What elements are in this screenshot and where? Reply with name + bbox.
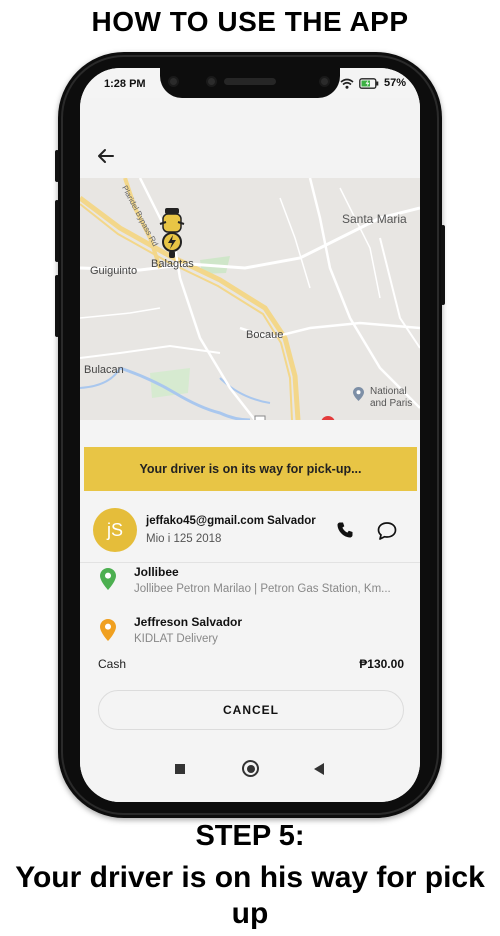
dropoff-pin-icon: [100, 619, 116, 641]
driver-name: jeffako45@gmail.com Salvador: [146, 515, 316, 527]
phone-call-icon[interactable]: [336, 521, 354, 539]
payment-amount: ₱130.00: [359, 657, 404, 671]
phone-screen: 1:28 PM 57% Plaridel Bypass Rd Santa Mar…: [80, 68, 420, 802]
recents-icon[interactable]: [175, 764, 185, 774]
wifi-icon: [340, 78, 354, 89]
cancel-button[interactable]: CANCEL: [98, 690, 404, 730]
battery-percent: 57%: [383, 77, 406, 89]
step-title: STEP 5:: [195, 820, 305, 852]
payment-method: Cash: [98, 657, 127, 671]
pickup-address: Jollibee Petron Marilao | Petron Gas Sta…: [134, 583, 391, 595]
phone-button: [55, 200, 59, 262]
app-header: [80, 98, 420, 178]
map-poi-line1: National: [370, 386, 407, 397]
map-label-bocaue: Bocaue: [246, 329, 284, 341]
motorcycle-driver-icon: [159, 208, 185, 258]
map-label-balagtas: Balagtas: [151, 258, 194, 270]
pickup-title: Jollibee: [134, 565, 179, 579]
map-poi-line2: and Paris: [370, 398, 413, 409]
map-label-guiguinto: Guiguinto: [90, 265, 138, 277]
divider: [80, 562, 420, 563]
page-title: HOW TO USE THE APP: [91, 6, 409, 37]
phone-notch: [160, 68, 340, 98]
map-poi-icon: [353, 387, 364, 401]
phone-button: [441, 225, 445, 305]
home-icon[interactable]: [242, 760, 259, 777]
status-bar: 1:28 PM 57%: [80, 68, 420, 98]
step-description: Your driver is on his way for pick up: [15, 861, 485, 930]
avatar: jS: [93, 508, 137, 552]
map-view[interactable]: Plaridel Bypass Rd Santa Maria Balagtas …: [80, 178, 420, 420]
battery-icon: [359, 77, 379, 89]
chat-icon[interactable]: [377, 521, 397, 541]
map-label-poi: National and Paris: [370, 386, 412, 410]
phone-button: [55, 150, 59, 182]
status-time: 1:28 PM: [104, 78, 146, 90]
nav-back-icon[interactable]: [314, 763, 324, 775]
vehicle-info: Mio i 125 2018: [146, 533, 222, 545]
pickup-pin-icon: [100, 568, 116, 590]
map-label-santa-maria: Santa Maria: [342, 212, 407, 226]
back-arrow-icon[interactable]: [96, 146, 116, 166]
phone-button: [55, 275, 59, 337]
map-label-bulacan: Bulacan: [84, 364, 124, 376]
status-banner: Your driver is on its way for pick-up...: [84, 447, 417, 491]
android-nav-bar: [80, 744, 420, 802]
dropoff-subtitle: KIDLAT Delivery: [134, 633, 218, 645]
dropoff-title: Jeffreson Salvador: [134, 615, 243, 629]
